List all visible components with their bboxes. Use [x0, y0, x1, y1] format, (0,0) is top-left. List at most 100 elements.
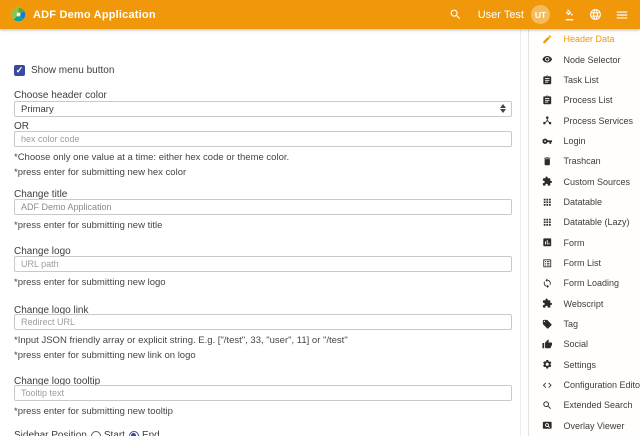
sidebar-item-label: Node Selector — [564, 55, 621, 65]
key-icon — [542, 136, 553, 147]
sidebar-item-header-data[interactable]: Header Data — [529, 29, 640, 49]
sidebar-item-process-services[interactable]: Process Services — [529, 110, 640, 130]
menu-button[interactable] — [615, 8, 629, 22]
change-tooltip-input[interactable] — [14, 385, 512, 401]
change-logo-input[interactable] — [14, 256, 512, 272]
change-logo-link-input[interactable] — [14, 314, 512, 330]
code-icon — [542, 380, 553, 391]
sidebar-item-label: Configuration Editor — [564, 380, 640, 390]
sidebar-item-label: Form List — [564, 258, 602, 268]
sidebar-position-label: Sidebar Position — [14, 430, 87, 436]
tag-icon — [542, 319, 553, 330]
select-spinner-icon — [500, 104, 506, 113]
sidebar-item-extended-search[interactable]: Extended Search — [529, 395, 640, 415]
sidebar-item-tag[interactable]: Tag — [529, 314, 640, 334]
format-color-fill-icon — [563, 8, 576, 21]
sidebar-item-label: Custom Sources — [564, 177, 631, 187]
sidebar-item-form-list[interactable]: Form List — [529, 253, 640, 273]
note-submit-hex: *press enter for submitting new hex colo… — [14, 167, 186, 178]
show-menu-checkbox-row[interactable]: ✓ Show menu button — [14, 65, 114, 76]
sidebar-item-label: Process Services — [564, 116, 634, 126]
chart-icon — [542, 237, 553, 248]
sidebar-item-login[interactable]: Login — [529, 131, 640, 151]
edit-icon — [542, 34, 553, 45]
sidebar-item-social[interactable]: Social — [529, 334, 640, 354]
search-icon — [542, 400, 553, 411]
sidebar-item-label: Form — [564, 238, 585, 248]
header-color-selected-value: Primary — [21, 104, 54, 115]
device-hub-icon — [542, 115, 553, 126]
note-json-format: *Input JSON friendly array or explicit s… — [14, 335, 348, 346]
theme-color-button[interactable] — [563, 8, 576, 21]
hex-color-input[interactable] — [14, 131, 512, 147]
thumb-up-icon — [542, 339, 553, 350]
note-submit-link: *press enter for submitting new link on … — [14, 350, 196, 361]
radio-start-label: Start — [104, 430, 125, 436]
sidebar-item-label: Process List — [564, 95, 613, 105]
assignment-icon — [542, 95, 553, 106]
show-menu-checkbox[interactable]: ✓ — [14, 65, 25, 76]
hamburger-menu-icon — [615, 8, 629, 22]
radio-end[interactable] — [129, 431, 139, 436]
sidebar-item-datatable-lazy[interactable]: Datatable (Lazy) — [529, 212, 640, 232]
sidebar-item-node-selector[interactable]: Node Selector — [529, 49, 640, 69]
note-submit-tooltip: *press enter for submitting new tooltip — [14, 406, 173, 417]
language-button[interactable] — [589, 8, 602, 21]
sidebar-item-label: Datatable (Lazy) — [564, 217, 630, 227]
loop-icon — [542, 278, 553, 289]
sidebar-item-task-list[interactable]: Task List — [529, 70, 640, 90]
radio-start[interactable] — [91, 431, 101, 436]
show-menu-label: Show menu button — [31, 65, 114, 76]
sidebar-item-label: Tag — [564, 319, 579, 329]
sidebar-item-trashcan[interactable]: Trashcan — [529, 151, 640, 171]
sidebar-item-label: Settings — [564, 360, 597, 370]
note-one-value: *Choose only one value at a time: either… — [14, 152, 289, 163]
adf-logo-icon — [11, 7, 26, 22]
sidebar-position-option-end[interactable]: End — [125, 430, 160, 436]
change-title-input[interactable] — [14, 199, 512, 215]
app-window: ADF Demo Application User Test UT — [0, 0, 640, 436]
header-color-select[interactable]: Primary — [14, 101, 512, 117]
search-button[interactable] — [449, 8, 462, 21]
note-submit-logo: *press enter for submitting new logo — [14, 277, 166, 288]
sidebar-item-label: Webscript — [564, 299, 604, 309]
sidebar-item-label: Overlay Viewer — [564, 421, 625, 431]
sidebar-position-option-start[interactable]: Start — [87, 430, 125, 436]
sidebar-item-label: Trashcan — [564, 156, 601, 166]
sidebar-item-label: Form Loading — [564, 278, 620, 288]
sidebar-item-webscript[interactable]: Webscript — [529, 293, 640, 313]
sidebar-item-settings[interactable]: Settings — [529, 355, 640, 375]
sidebar-item-overlay-viewer[interactable]: Overlay Viewer — [529, 416, 640, 436]
sidebar-item-label: Social — [564, 339, 589, 349]
radio-end-label: End — [142, 430, 160, 436]
sidebar-position-row: Sidebar Position Start End — [14, 430, 160, 436]
app-title: ADF Demo Application — [33, 9, 156, 21]
sidebar-item-label: Datatable — [564, 197, 603, 207]
sidebar-item-label: Extended Search — [564, 400, 633, 410]
header-data-settings-panel: ✓ Show menu button Choose header color P… — [0, 29, 520, 436]
sidebar-nav: Header Data Node Selector Task List Process… — [528, 29, 640, 436]
sidebar-item-process-list[interactable]: Process List — [529, 90, 640, 110]
sidebar-item-custom-sources[interactable]: Custom Sources — [529, 171, 640, 191]
assignment-icon — [542, 75, 553, 86]
gear-icon — [542, 359, 553, 370]
grid-icon — [542, 197, 553, 208]
sidebar-item-form-loading[interactable]: Form Loading — [529, 273, 640, 293]
search-icon — [449, 8, 462, 21]
sidebar-item-datatable[interactable]: Datatable — [529, 192, 640, 212]
pageview-icon — [542, 420, 553, 431]
delete-icon — [542, 156, 553, 167]
user-name[interactable]: User Test — [478, 9, 524, 21]
sidebar-item-label: Task List — [564, 75, 599, 85]
extension-icon — [542, 298, 553, 309]
note-submit-title: *press enter for submitting new title — [14, 220, 162, 231]
list-alt-icon — [542, 258, 553, 269]
eye-icon — [542, 54, 553, 65]
content-scroll-gutter[interactable] — [520, 29, 521, 436]
sidebar-item-label: Header Data — [564, 34, 615, 44]
user-avatar[interactable]: UT — [531, 5, 550, 24]
sidebar-item-label: Login — [564, 136, 586, 146]
extension-icon — [542, 176, 553, 187]
sidebar-item-configuration-editor[interactable]: Configuration Editor — [529, 375, 640, 395]
sidebar-item-form[interactable]: Form — [529, 232, 640, 252]
